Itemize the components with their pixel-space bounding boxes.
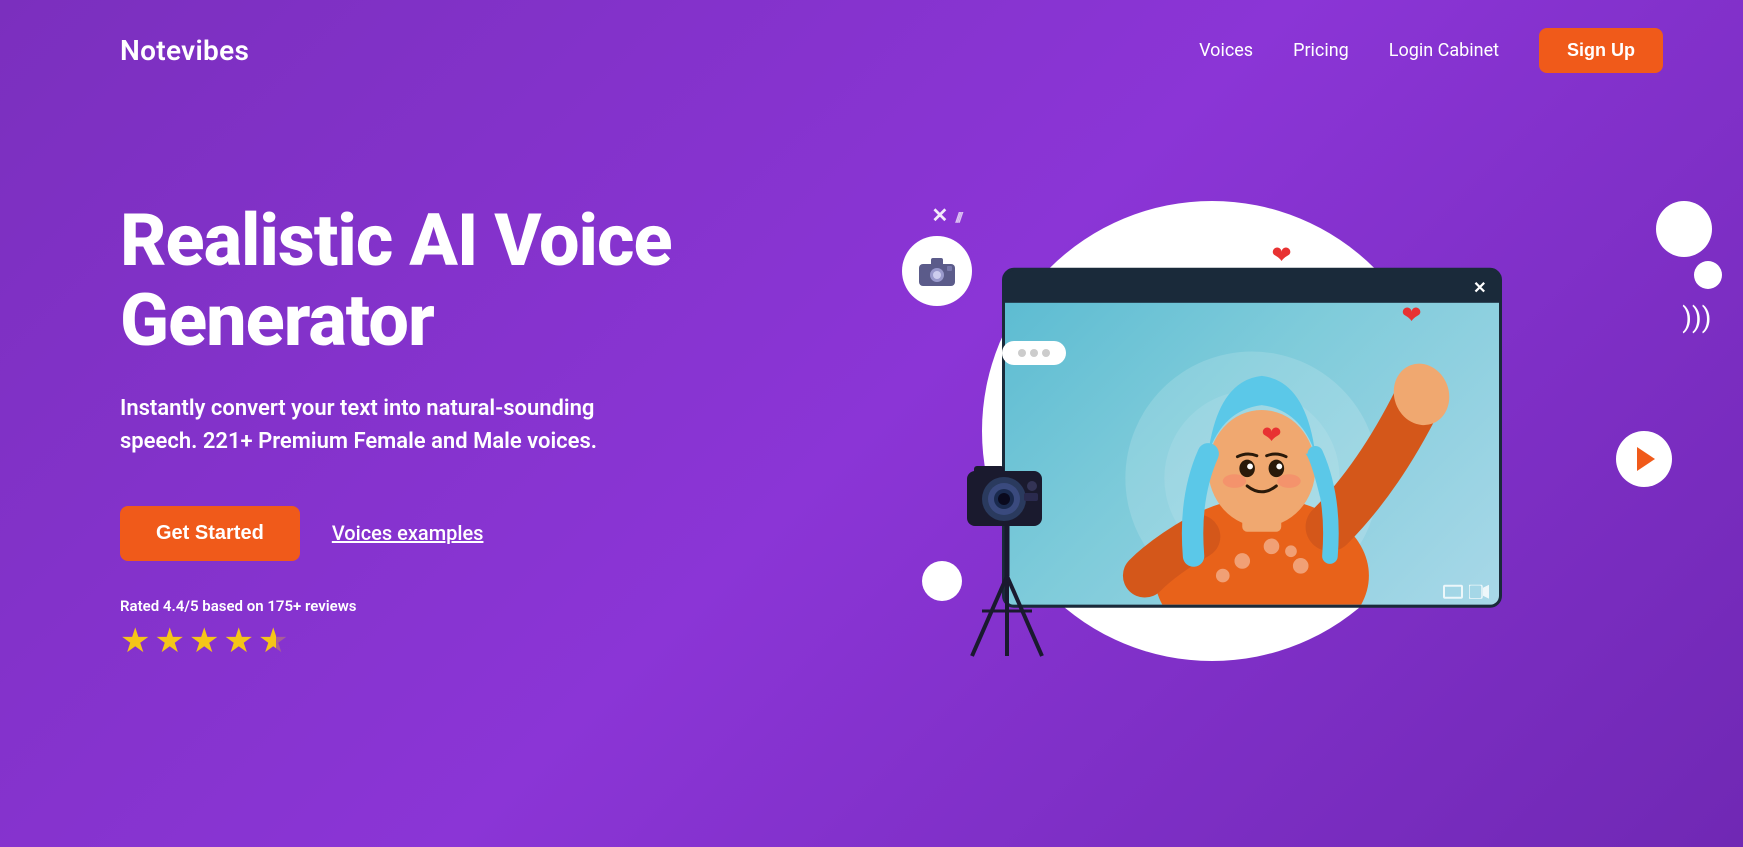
nav-login[interactable]: Login Cabinet <box>1389 40 1499 61</box>
close-icon[interactable]: ✕ <box>1473 277 1486 296</box>
camera-tripod <box>952 461 1062 661</box>
star-half: ★ <box>258 621 288 661</box>
stars: ★ ★ ★ ★ ★ <box>120 621 700 661</box>
video-icon-1 <box>1443 585 1463 599</box>
nav: Voices Pricing Login Cabinet Sign Up <box>1199 28 1663 73</box>
cta-buttons: Get Started Voices examples <box>120 506 700 561</box>
star-3: ★ <box>189 621 219 661</box>
play-button-float[interactable] <box>1616 431 1672 487</box>
page-wrapper: Notevibes Voices Pricing Login Cabinet S… <box>0 0 1743 847</box>
video-icon-2 <box>1469 585 1489 599</box>
rating-section: Rated 4.4/5 based on 175+ reviews ★ ★ ★ … <box>120 597 700 661</box>
chat-dot-2 <box>1030 349 1038 357</box>
nav-voices[interactable]: Voices <box>1199 40 1253 61</box>
chat-bubble-float <box>1002 341 1066 365</box>
chat-dot-3 <box>1042 349 1050 357</box>
get-started-button[interactable]: Get Started <box>120 506 300 561</box>
voices-examples-link[interactable]: Voices examples <box>332 521 484 545</box>
nav-pricing[interactable]: Pricing <box>1293 40 1349 61</box>
wifi-icon: ))) <box>1682 301 1711 334</box>
small-circle-2 <box>1656 201 1712 257</box>
x-marks-decoration: ✕ /// <box>932 196 962 229</box>
camera-float-icon <box>902 236 972 306</box>
logo: Notevibes <box>120 34 249 67</box>
play-triangle-icon <box>1637 447 1655 471</box>
video-titlebar: ✕ <box>1005 271 1499 303</box>
hero-subtitle: Instantly convert your text into natural… <box>120 392 600 458</box>
rating-text: Rated 4.4/5 based on 175+ reviews <box>120 597 700 615</box>
star-4: ★ <box>223 621 253 661</box>
right-section: ✕ /// ❤ ❤ ❤ <box>760 141 1663 721</box>
heart-2: ❤ <box>1402 301 1422 329</box>
left-section: Realistic AI Voice Generator Instantly c… <box>120 201 700 660</box>
heart-1: ❤ <box>1272 241 1292 269</box>
heart-3: ❤ <box>1262 421 1282 449</box>
video-window: ✕ <box>1002 268 1502 608</box>
video-controls <box>1433 579 1499 605</box>
star-2: ★ <box>154 621 184 661</box>
hero-title: Realistic AI Voice Generator <box>120 201 700 359</box>
video-content <box>1005 303 1499 605</box>
signup-button[interactable]: Sign Up <box>1539 28 1663 73</box>
small-circle-3 <box>1694 261 1722 289</box>
chat-dot-1 <box>1018 349 1026 357</box>
star-1: ★ <box>120 621 150 661</box>
header: Notevibes Voices Pricing Login Cabinet S… <box>0 0 1743 101</box>
main-content: Realistic AI Voice Generator Instantly c… <box>0 101 1743 761</box>
